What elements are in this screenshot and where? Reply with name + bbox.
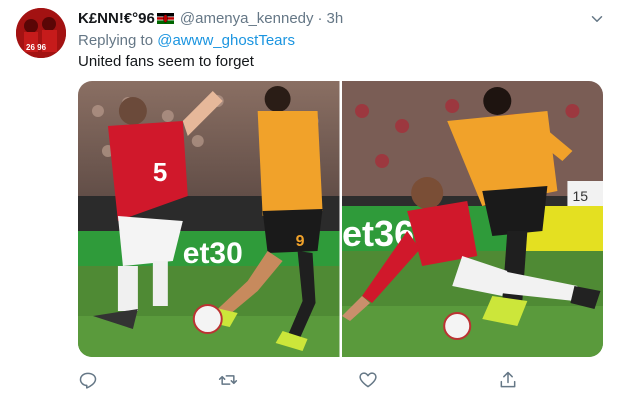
shirt-number-orange: 9 <box>296 233 305 250</box>
avatar-number-text: 26 96 <box>26 43 47 52</box>
kenya-flag-icon <box>156 12 174 24</box>
reply-prefix: Replying to <box>78 32 154 49</box>
retweet-icon[interactable] <box>218 370 240 392</box>
tweet-text: United fans seem to forget <box>78 53 254 70</box>
share-icon[interactable] <box>498 370 520 392</box>
action-bar <box>78 370 528 394</box>
timestamp[interactable]: 3h <box>327 10 344 27</box>
board-text-left: et30 <box>183 237 243 270</box>
separator-dot: · <box>317 9 323 27</box>
reply-to-link[interactable]: @awww_ghostTears <box>157 32 295 49</box>
photo-right[interactable]: 15 et36 <box>341 81 603 357</box>
reply-context: Replying to @awww_ghostTears <box>78 32 295 49</box>
media-grid: et30 5 9 15 et36 <box>78 81 603 357</box>
avatar[interactable]: 26 96 <box>16 8 66 58</box>
chevron-down-icon[interactable] <box>588 10 606 28</box>
shirt-number-red: 5 <box>153 157 167 187</box>
tweet-header: K£NN!€°96 @amenya_kennedy · 3h <box>78 8 343 28</box>
reply-icon[interactable] <box>78 370 100 392</box>
tweet-card[interactable]: 26 96 K£NN!€°96 @amenya_kennedy · 3h Rep… <box>0 0 620 403</box>
user-handle[interactable]: @amenya_kennedy <box>180 10 314 27</box>
photo-left[interactable]: et30 5 9 <box>78 81 340 357</box>
like-icon[interactable] <box>358 370 380 392</box>
side-number: 15 <box>572 188 588 204</box>
display-name[interactable]: K£NN!€°96 <box>78 10 155 27</box>
